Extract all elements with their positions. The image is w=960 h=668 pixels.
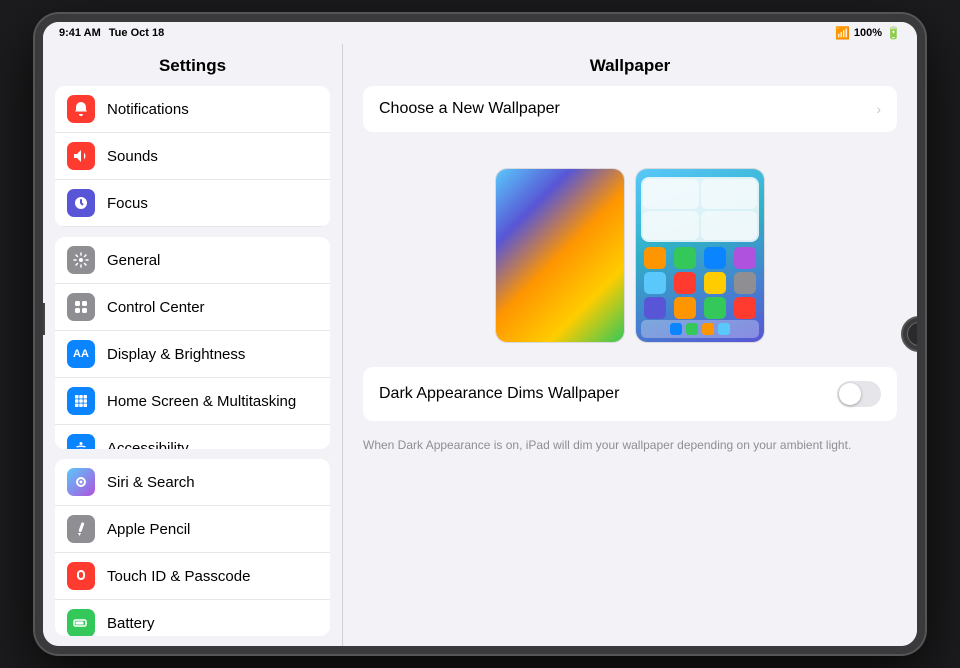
- home-screen-wallpaper-thumb[interactable]: [635, 168, 765, 343]
- sidebar-item-apple-pencil[interactable]: Apple Pencil: [55, 506, 330, 553]
- touch-id-icon: [67, 562, 95, 590]
- sidebar-item-general[interactable]: General: [55, 237, 330, 284]
- choose-wallpaper-row[interactable]: Choose a New Wallpaper ›: [363, 86, 897, 132]
- sidebar-item-siri-search[interactable]: Siri & Search: [55, 459, 330, 506]
- home-button-inner: [907, 322, 925, 346]
- dark-appearance-description: When Dark Appearance is on, iPad will di…: [343, 437, 917, 470]
- sounds-label: Sounds: [107, 148, 318, 165]
- home-screen-label: Home Screen & Multitasking: [107, 393, 318, 410]
- sounds-icon: [67, 142, 95, 170]
- general-icon: [67, 246, 95, 274]
- wallpaper-preview-section: [343, 148, 917, 367]
- sidebar-item-battery[interactable]: Battery: [55, 600, 330, 636]
- display-brightness-icon: AA: [67, 340, 95, 368]
- focus-label: Focus: [107, 195, 318, 212]
- accessibility-label: Accessibility: [107, 440, 318, 450]
- notifications-icon: [67, 95, 95, 123]
- status-bar: 9:41 AM Tue Oct 18 📶 100% 🔋: [43, 22, 917, 44]
- sidebar-title: Settings: [43, 44, 342, 86]
- sidebar-item-touch-id[interactable]: Touch ID & Passcode: [55, 553, 330, 600]
- sidebar-item-notifications[interactable]: Notifications: [55, 86, 330, 133]
- home-screen-icon: [67, 387, 95, 415]
- lock-screen-wallpaper-thumb[interactable]: [495, 168, 625, 343]
- sidebar-item-focus[interactable]: Focus: [55, 180, 330, 227]
- toggle-knob: [839, 383, 861, 405]
- battery-label: Battery: [107, 615, 318, 632]
- sidebar: Settings Notifications: [43, 44, 343, 646]
- sidebar-item-display-brightness[interactable]: AA Display & Brightness: [55, 331, 330, 378]
- dark-appearance-section: Dark Appearance Dims Wallpaper: [363, 367, 897, 421]
- dark-appearance-row: Dark Appearance Dims Wallpaper: [363, 367, 897, 421]
- chevron-right-icon: ›: [876, 101, 881, 117]
- sidebar-item-sounds[interactable]: Sounds: [55, 133, 330, 180]
- sidebar-item-control-center[interactable]: Control Center: [55, 284, 330, 331]
- accessibility-icon: [67, 434, 95, 449]
- focus-icon: [67, 189, 95, 217]
- sidebar-section-1: Notifications Sounds: [55, 86, 330, 227]
- sidebar-item-home-screen[interactable]: Home Screen & Multitasking: [55, 378, 330, 425]
- status-time: 9:41 AM: [59, 27, 101, 39]
- siri-search-icon: [67, 468, 95, 496]
- siri-search-label: Siri & Search: [107, 474, 318, 491]
- notifications-label: Notifications: [107, 101, 318, 118]
- dark-appearance-toggle[interactable]: [837, 381, 881, 407]
- battery-icon: 🔋: [886, 26, 901, 40]
- main-header-title: Wallpaper: [343, 44, 917, 86]
- battery-indicator: 100%: [854, 27, 882, 39]
- dark-appearance-label: Dark Appearance Dims Wallpaper: [379, 385, 619, 403]
- wifi-icon: 📶: [835, 26, 850, 40]
- battery-icon: [67, 609, 95, 636]
- apple-pencil-label: Apple Pencil: [107, 521, 318, 538]
- sidebar-item-accessibility[interactable]: Accessibility: [55, 425, 330, 449]
- ipad-frame: 9:41 AM Tue Oct 18 📶 100% 🔋 Settings Not…: [35, 14, 925, 654]
- side-button: [41, 303, 45, 335]
- general-label: General: [107, 252, 318, 269]
- choose-wallpaper-section: Choose a New Wallpaper ›: [363, 86, 897, 132]
- sidebar-section-2: General Control Center AA: [55, 237, 330, 449]
- main-content: Wallpaper Choose a New Wallpaper ›: [343, 44, 917, 646]
- status-date: Tue Oct 18: [109, 27, 164, 39]
- control-center-icon: [67, 293, 95, 321]
- display-brightness-label: Display & Brightness: [107, 346, 318, 363]
- control-center-label: Control Center: [107, 299, 318, 316]
- sidebar-section-3: Siri & Search Apple Pencil: [55, 459, 330, 636]
- apple-pencil-icon: [67, 515, 95, 543]
- touch-id-label: Touch ID & Passcode: [107, 568, 318, 585]
- choose-wallpaper-label: Choose a New Wallpaper: [379, 100, 560, 118]
